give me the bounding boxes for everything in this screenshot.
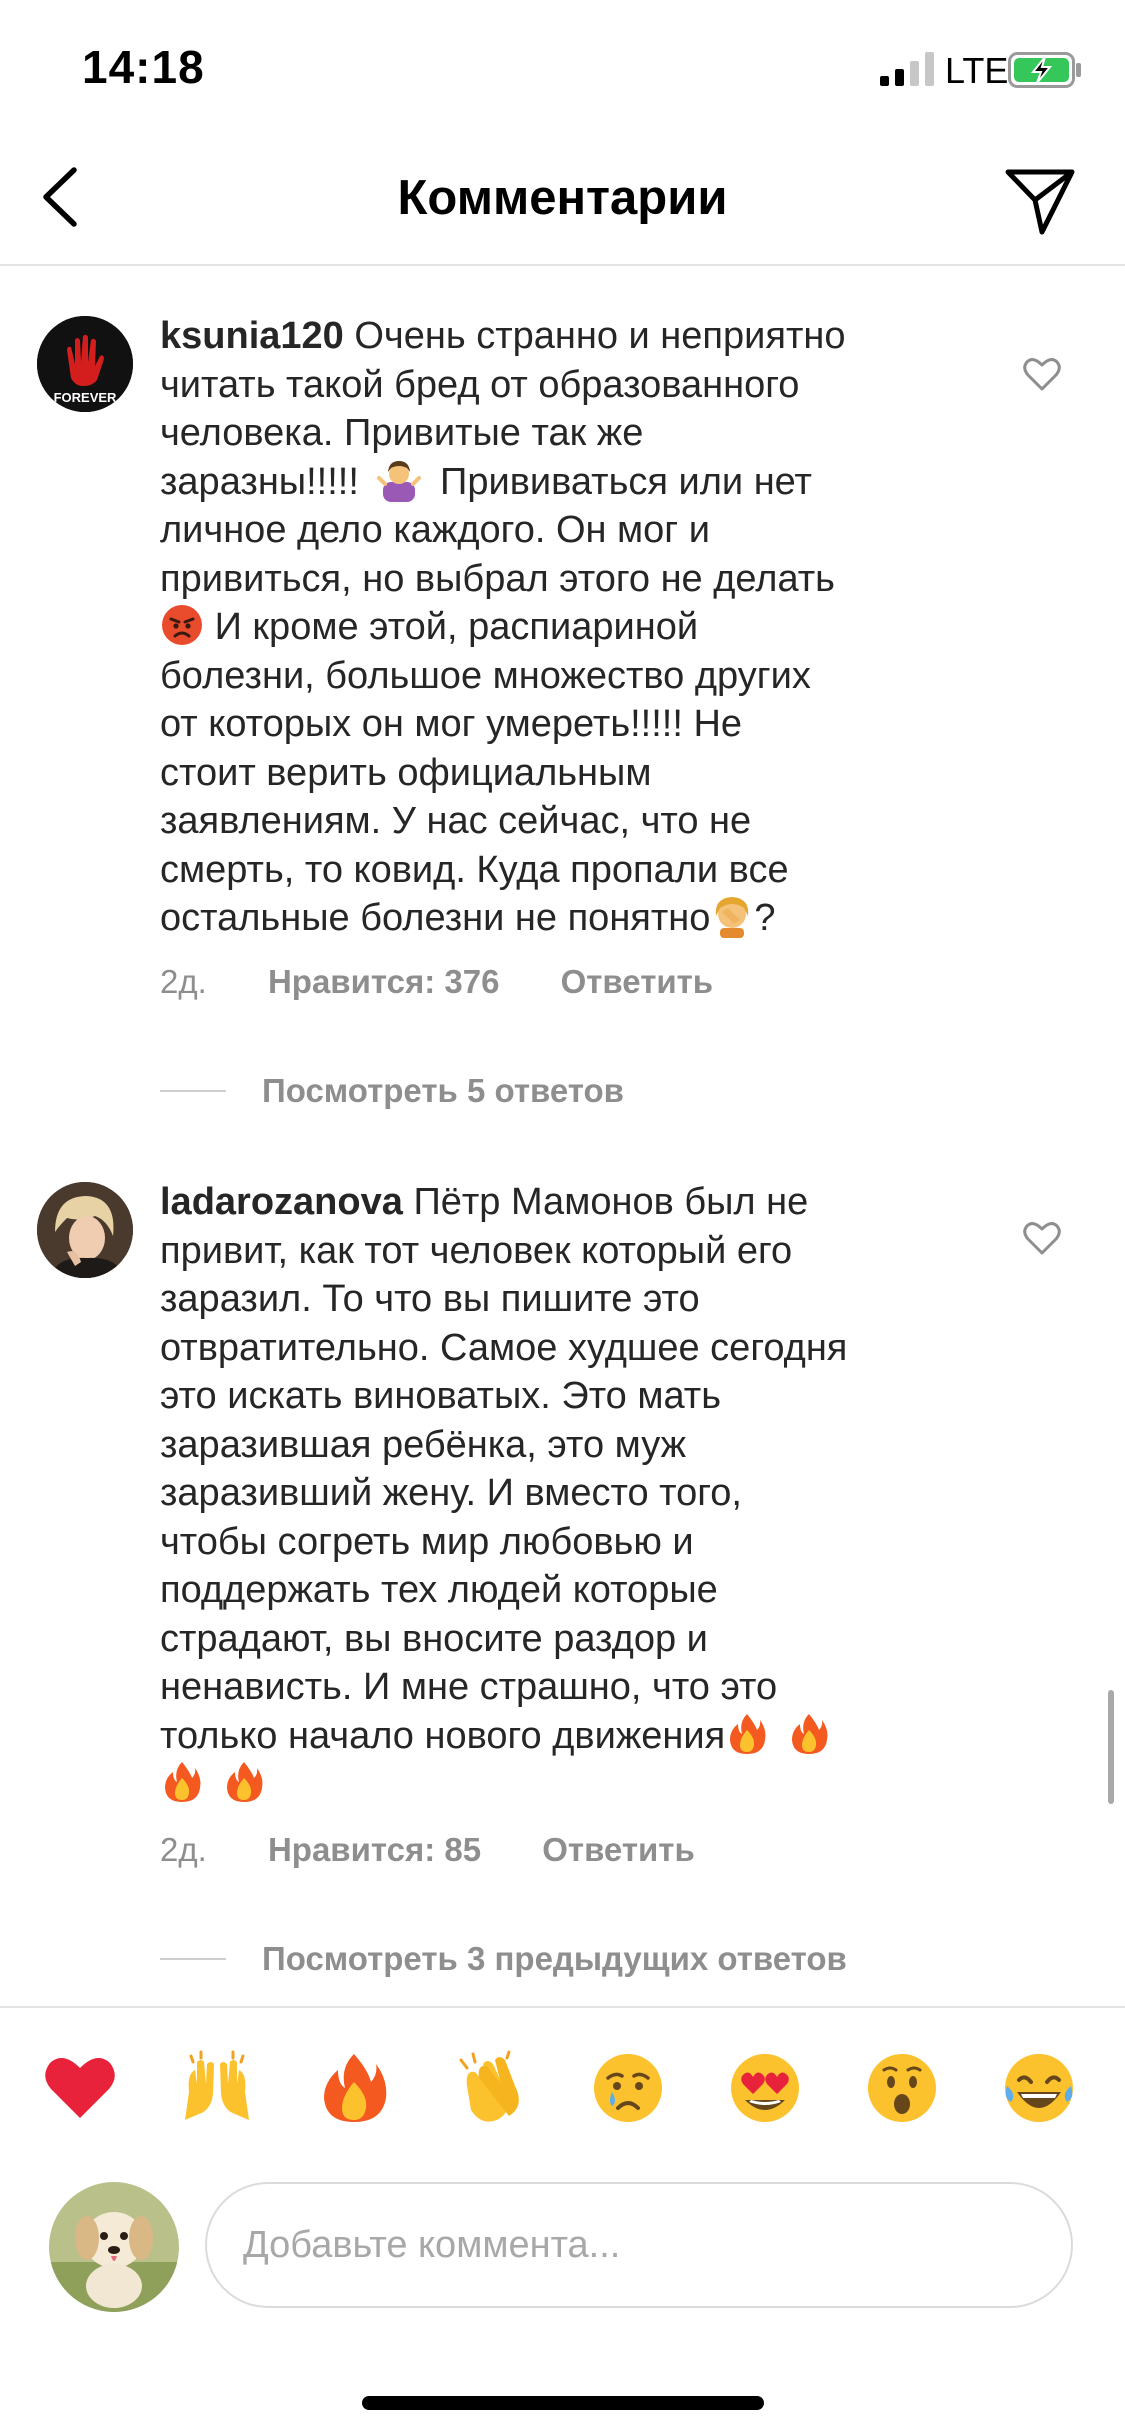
fire-reaction-icon[interactable] — [316, 2050, 392, 2126]
comment-username[interactable]: ksunia120 — [160, 315, 344, 357]
battery-charging-icon — [1008, 52, 1081, 88]
view-replies-button[interactable]: Посмотреть 3 предыдущих ответов — [160, 1940, 847, 1978]
comment-text: ksunia120 Очень странно и неприятно чита… — [160, 315, 846, 939]
woman-shrugging-emoji-icon — [377, 460, 422, 502]
quick-reactions-bar — [0, 2006, 1125, 2168]
woman-facepalming-emoji-icon — [716, 897, 749, 938]
clapping-hands-reaction-icon[interactable] — [453, 2050, 529, 2126]
current-user-avatar[interactable] — [49, 2182, 179, 2312]
comment-meta: 2д. Нравится: 85 Ответить — [160, 1831, 747, 1869]
angry-face-emoji-icon — [162, 605, 202, 645]
heart-eyes-reaction-icon[interactable] — [727, 2050, 803, 2126]
raised-hands-reaction-icon[interactable] — [179, 2050, 255, 2126]
reply-button[interactable]: Ответить — [542, 1831, 695, 1868]
surprised-face-reaction-icon[interactable] — [864, 2050, 940, 2126]
comment-username[interactable]: ladarozanova — [160, 1181, 403, 1223]
comment-composer — [0, 2170, 1125, 2312]
user-photo-icon — [37, 1182, 133, 1278]
send-paper-plane-icon[interactable] — [1002, 162, 1078, 238]
fire-emoji-icon — [792, 1713, 828, 1754]
signal-strength-icon — [880, 52, 934, 86]
fire-emoji-icon — [730, 1713, 766, 1754]
puppy-photo-icon — [49, 2182, 179, 2312]
view-replies-button[interactable]: Посмотреть 5 ответов — [160, 1072, 624, 1110]
scrollbar[interactable] — [1108, 1690, 1114, 1804]
crying-face-reaction-icon[interactable] — [590, 2050, 666, 2126]
comment-meta: 2д. Нравится: 376 Ответить — [160, 963, 765, 1001]
comment-likes[interactable]: Нравится: 85 — [268, 1831, 481, 1868]
red-hand-logo-icon: FOREVER — [37, 316, 133, 412]
status-time: 14:18 — [82, 41, 205, 93]
heart-reaction-icon[interactable] — [42, 2050, 118, 2126]
comment-input[interactable] — [205, 2182, 1073, 2308]
comment-text: ladarozanova Пётр Мамонов был не привит,… — [160, 1178, 960, 1809]
like-heart-icon[interactable] — [1022, 354, 1062, 394]
comment-time: 2д. — [160, 1831, 207, 1868]
status-bar: 14:18 LTE — [0, 0, 1125, 132]
comment-likes[interactable]: Нравится: 376 — [268, 963, 499, 1000]
avatar[interactable] — [37, 1182, 133, 1278]
fire-emoji-icon — [227, 1762, 263, 1802]
reply-button[interactable]: Ответить — [561, 963, 714, 1000]
comment-time: 2д. — [160, 963, 207, 1000]
replies-divider — [160, 1090, 226, 1092]
like-heart-icon[interactable] — [1022, 1218, 1062, 1258]
replies-divider — [160, 1958, 226, 1960]
svg-text:FOREVER: FOREVER — [54, 390, 117, 405]
page-title: Комментарии — [397, 171, 728, 225]
laughing-tears-reaction-icon[interactable] — [1001, 2050, 1077, 2126]
header: Комментарии — [0, 132, 1125, 266]
fire-emoji-icon — [165, 1762, 201, 1802]
avatar[interactable]: FOREVER — [37, 316, 133, 412]
network-type: LTE — [945, 50, 1009, 91]
home-indicator[interactable] — [362, 2396, 764, 2410]
